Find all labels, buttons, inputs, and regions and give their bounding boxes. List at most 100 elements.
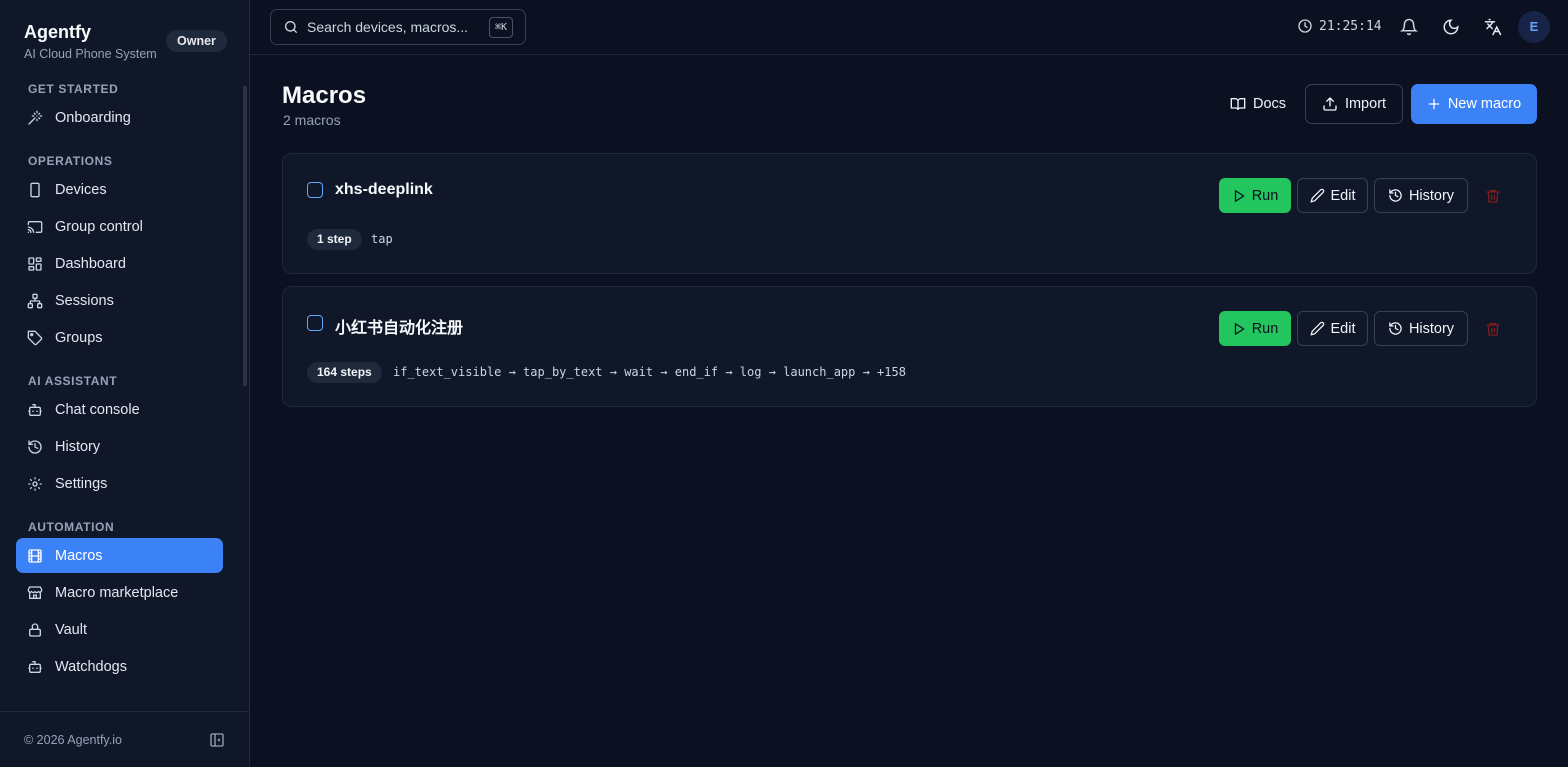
macro-card: 小红书自动化注册 Run Edit History 164 steps if_t…	[282, 286, 1537, 407]
store-icon	[27, 585, 43, 601]
history-icon	[1388, 188, 1403, 203]
tag-icon	[27, 330, 43, 346]
sidebar-item-label: Settings	[55, 475, 108, 492]
copyright: © 2026 Agentfy.io	[24, 732, 122, 747]
macro-name[interactable]: 小红书自动化注册	[335, 314, 463, 338]
edit-label: Edit	[1330, 187, 1356, 204]
brand-name: Agentfy	[24, 22, 91, 42]
bell-icon[interactable]	[1399, 18, 1419, 36]
sidebar-item-label: Devices	[55, 181, 107, 198]
search-shortcut: ⌘K	[488, 17, 513, 38]
play-icon	[1232, 189, 1246, 203]
plus-icon	[1427, 97, 1441, 111]
collapse-sidebar-icon[interactable]	[209, 732, 225, 748]
run-label: Run	[1251, 187, 1279, 204]
history-button[interactable]: History	[1374, 178, 1468, 213]
sidebar-item-settings[interactable]: Settings	[16, 466, 223, 501]
bot-icon	[27, 402, 43, 418]
docs-label: Docs	[1252, 96, 1287, 112]
sidebar-item-label: Sessions	[55, 292, 114, 309]
sidebar-item-sessions[interactable]: Sessions	[16, 283, 223, 318]
sidebar-item-history[interactable]: History	[16, 429, 223, 464]
moon-icon[interactable]	[1442, 18, 1460, 36]
sidebar-item-devices[interactable]: Devices	[16, 172, 223, 207]
search-icon	[283, 19, 299, 35]
film-icon	[27, 548, 43, 564]
sidebar-item-label: Macro marketplace	[55, 584, 179, 601]
nav-section-title: OPERATIONS	[28, 154, 113, 168]
sidebar-item-dashboard[interactable]: Dashboard	[16, 246, 223, 281]
edit-button[interactable]: Edit	[1297, 311, 1368, 346]
sidebar-footer: © 2026 Agentfy.io	[0, 711, 249, 767]
step-sequence: if_text_visible → tap_by_text → wait → e…	[393, 365, 906, 379]
topbar: ⌘K 21:25:14 E	[250, 0, 1568, 55]
nav-section-title: GET STARTED	[28, 82, 119, 96]
history-label: History	[1408, 320, 1455, 337]
new-macro-button[interactable]: New macro	[1411, 84, 1537, 124]
cast-icon	[27, 219, 43, 235]
play-icon	[1232, 322, 1246, 336]
trash-icon[interactable]	[1485, 188, 1501, 204]
edit-button[interactable]: Edit	[1297, 178, 1368, 213]
sidebar-item-chat-console[interactable]: Chat console	[16, 392, 223, 427]
select-checkbox[interactable]	[307, 182, 323, 198]
sidebar-item-label: History	[55, 438, 101, 455]
page-subtitle: 2 macros	[283, 112, 341, 128]
macro-card: xhs-deeplink Run Edit History 1 step tap	[282, 153, 1537, 274]
step-sequence: tap	[371, 232, 393, 246]
sidebar-item-watchdogs[interactable]: Watchdogs	[16, 649, 223, 684]
sidebar-item-label: Group control	[55, 218, 143, 235]
sidebar-item-vault[interactable]: Vault	[16, 612, 223, 647]
brand: Agentfy AI Cloud Phone System	[24, 22, 157, 61]
run-label: Run	[1251, 320, 1279, 337]
clock-icon	[1297, 18, 1313, 34]
sidebar-item-onboarding[interactable]: Onboarding	[16, 100, 223, 135]
network-icon	[27, 293, 43, 309]
sidebar-item-macro-marketplace[interactable]: Macro marketplace	[16, 575, 223, 610]
run-button[interactable]: Run	[1219, 178, 1291, 213]
import-label: Import	[1344, 96, 1387, 112]
trash-icon[interactable]	[1485, 321, 1501, 337]
pencil-icon	[1309, 321, 1325, 336]
smartphone-icon	[27, 182, 43, 198]
brand-subtitle: AI Cloud Phone System	[24, 47, 157, 61]
sidebar-nav: GET STARTED Onboarding OPERATIONS Device…	[0, 78, 240, 686]
sidebar-item-macros[interactable]: Macros	[16, 538, 223, 573]
history-icon	[1388, 321, 1403, 336]
sidebar-item-groups[interactable]: Groups	[16, 320, 223, 355]
book-icon	[1230, 96, 1246, 112]
sidebar-item-group-control[interactable]: Group control	[16, 209, 223, 244]
grid-icon	[27, 256, 43, 272]
run-button[interactable]: Run	[1219, 311, 1291, 346]
sidebar-item-label: Onboarding	[55, 109, 131, 126]
bot-icon	[27, 659, 43, 675]
translate-icon[interactable]	[1484, 18, 1502, 36]
sidebar: Agentfy AI Cloud Phone System Owner GET …	[0, 0, 250, 767]
edit-label: Edit	[1330, 320, 1356, 337]
clock-time: 21:25:14	[1319, 18, 1382, 34]
search-box[interactable]: ⌘K	[270, 9, 526, 45]
new-macro-label: New macro	[1447, 96, 1522, 112]
select-checkbox[interactable]	[307, 315, 323, 331]
sidebar-item-label: Groups	[55, 329, 103, 346]
sidebar-item-label: Chat console	[55, 401, 140, 418]
avatar[interactable]: E	[1518, 11, 1550, 43]
steps-badge: 1 step	[307, 229, 362, 250]
sidebar-item-label: Watchdogs	[55, 658, 127, 675]
sidebar-item-label: Vault	[55, 621, 87, 638]
sidebar-scrollbar[interactable]	[243, 86, 247, 386]
docs-button[interactable]: Docs	[1217, 84, 1299, 124]
clock: 21:25:14	[1297, 18, 1382, 34]
history-label: History	[1408, 187, 1455, 204]
macro-name[interactable]: xhs-deeplink	[335, 181, 433, 199]
lock-icon	[27, 622, 43, 638]
search-input[interactable]	[307, 19, 485, 35]
nav-section-title: AUTOMATION	[28, 520, 115, 534]
wand-icon	[27, 110, 43, 126]
history-button[interactable]: History	[1374, 311, 1468, 346]
import-button[interactable]: Import	[1305, 84, 1403, 124]
steps-badge: 164 steps	[307, 362, 382, 383]
role-badge: Owner	[166, 30, 227, 52]
sidebar-item-label: Macros	[55, 547, 103, 564]
history-icon	[27, 439, 43, 455]
